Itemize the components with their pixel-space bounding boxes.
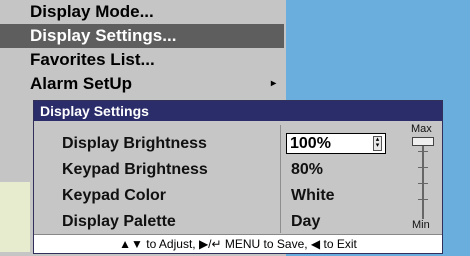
column-divider	[280, 125, 281, 233]
keypad-brightness-value[interactable]: 80%	[289, 157, 335, 183]
slider-line	[422, 137, 424, 219]
spinner-icon[interactable]: ▴ ▾	[373, 136, 382, 151]
slider-tick	[418, 151, 428, 152]
background-menu: Display Mode... Display Settings... Favo…	[0, 0, 284, 96]
menu-item-label: Display Mode...	[30, 2, 154, 21]
menu-item-display-settings[interactable]: Display Settings...	[0, 24, 284, 48]
brightness-slider[interactable]	[418, 137, 428, 219]
label-display-brightness: Display Brightness	[62, 135, 207, 152]
display-palette-value[interactable]: Day	[289, 209, 335, 235]
slider-thumb[interactable]	[412, 137, 434, 146]
label-display-palette: Display Palette	[62, 213, 176, 230]
dialog-title: Display Settings	[34, 101, 442, 121]
settings-labels: Display Brightness Keypad Brightness Key…	[62, 131, 208, 235]
menu-item-favorites-list[interactable]: Favorites List...	[0, 48, 284, 72]
menu-item-alarm-setup[interactable]: Alarm SetUp ▸	[0, 72, 284, 96]
submenu-arrow-icon: ▸	[270, 78, 276, 89]
slider-tick	[418, 167, 428, 168]
settings-values: . 80% White Day	[289, 131, 335, 235]
label-keypad-color: Keypad Color	[62, 187, 167, 204]
keypad-color-value[interactable]: White	[289, 183, 335, 209]
slider-max-label: Max	[411, 123, 432, 135]
slider-tick	[418, 183, 428, 184]
menu-item-label: Favorites List...	[30, 50, 155, 69]
menu-item-label: Alarm SetUp	[30, 74, 133, 93]
menu-item-display-mode[interactable]: Display Mode...	[0, 0, 284, 24]
slider-min-label: Min	[412, 219, 430, 231]
label-keypad-brightness: Keypad Brightness	[62, 161, 208, 178]
slider-tick	[418, 199, 428, 200]
help-bar: ▲▼ to Adjust, ▶/↵ MENU to Save, ◀ to Exi…	[34, 234, 442, 253]
background-map-corner	[0, 182, 30, 252]
display-settings-dialog: Display Settings Display Brightness Keyp…	[33, 100, 443, 254]
menu-item-label: Display Settings...	[30, 26, 177, 45]
